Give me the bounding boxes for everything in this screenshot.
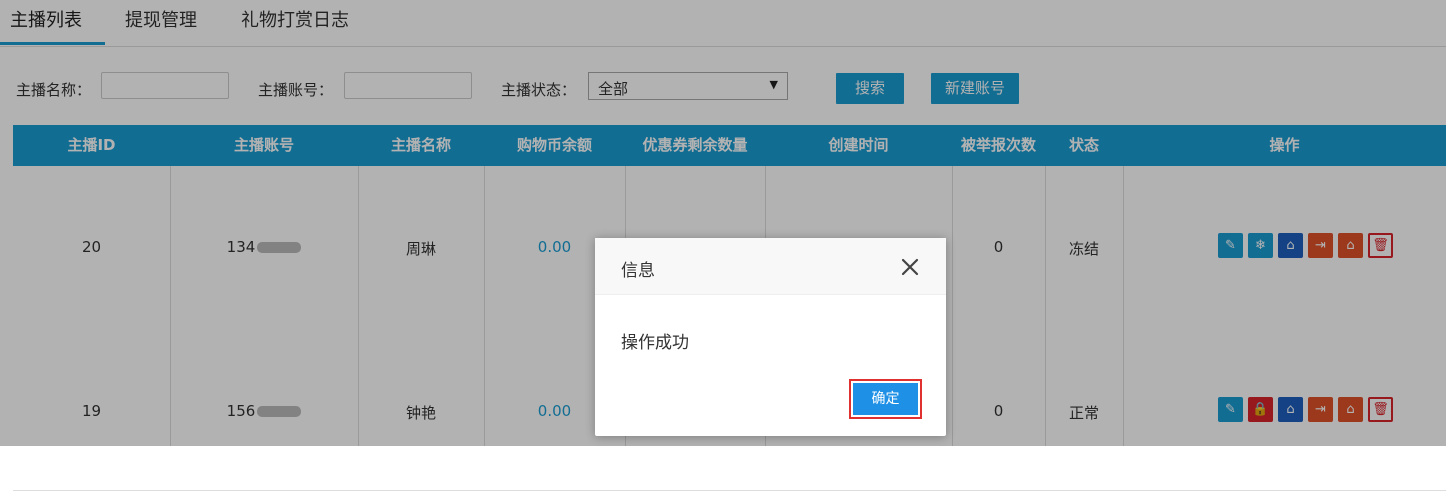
info-dialog: 信息 操作成功 确定 [595, 238, 946, 436]
confirm-button[interactable]: 确定 [853, 383, 918, 415]
dialog-message: 操作成功 [621, 333, 689, 353]
dialog-title: 信息 [621, 261, 655, 281]
close-icon[interactable] [899, 256, 921, 278]
confirm-highlight-frame: 确定 [849, 379, 922, 419]
dialog-header: 信息 [595, 238, 946, 295]
